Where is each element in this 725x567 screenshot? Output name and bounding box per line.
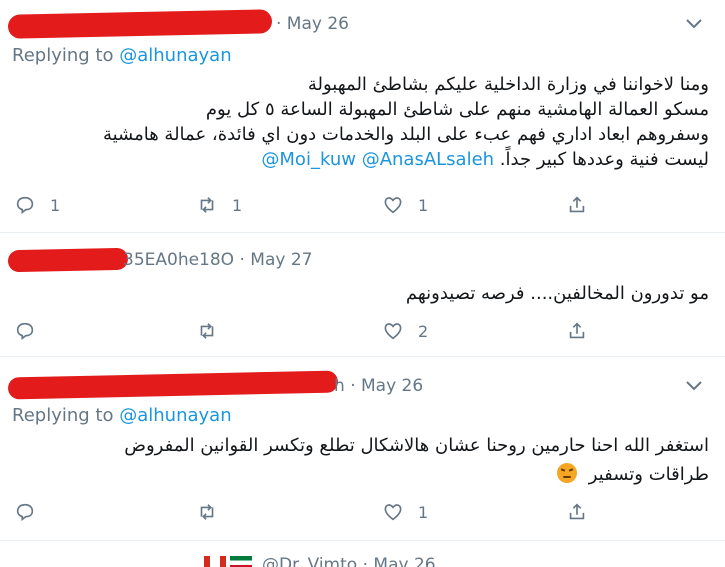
replying-to-prefix: Replying to [12, 45, 114, 66]
chevron-down-icon[interactable] [685, 18, 703, 30]
share-button[interactable] [566, 501, 588, 523]
partial-handle-date: @Dr_Vimto · May 26 [262, 555, 436, 567]
reply-button[interactable] [14, 501, 36, 523]
tweet-line: ليست فنية وعددها كبير جداً. [499, 149, 709, 170]
reply-button[interactable] [14, 320, 36, 342]
tweet-line: مسكو العمالة الهامشية منهم على شاطئ المه… [205, 99, 709, 120]
tweet-1[interactable]: · May 26 Replying to @alhunayan ومنا لاخ… [0, 0, 725, 233]
tweet-line-with-emoji: طراقات وتسفير [124, 462, 709, 487]
redacted-username [7, 9, 273, 39]
replying-to: Replying to @alhunayan [12, 45, 232, 66]
reply-icon [16, 322, 34, 340]
retweet-button[interactable]: 1 [196, 194, 242, 216]
like-count: 1 [418, 195, 429, 215]
retweet-icon [200, 197, 214, 213]
canada-flag-emoji [204, 556, 226, 567]
share-icon [569, 503, 585, 520]
replying-to: Replying to @alhunayan [12, 405, 232, 426]
like-button[interactable]: 2 [382, 320, 428, 342]
redacted-username [7, 247, 129, 273]
like-button[interactable]: 1 [382, 194, 428, 216]
like-count: 1 [418, 502, 429, 522]
like-button[interactable]: 1 [382, 501, 428, 523]
tweet-2[interactable]: 35EA0he18O · May 27 مو تدورون المخالفين.… [0, 234, 725, 357]
kuwait-flag-emoji [230, 556, 252, 567]
tweet-line: ومنا لاخواننا في وزارة الداخلية عليكم بش… [307, 74, 709, 95]
reply-icon [16, 503, 34, 521]
share-button[interactable] [566, 194, 588, 216]
redacted-username [7, 370, 339, 400]
tweet-line: وسفروهم ابعاد اداري فهم عبء على البلد وا… [102, 124, 709, 145]
tweet-body: ومنا لاخواننا في وزارة الداخلية عليكم بش… [103, 72, 709, 172]
username-handle[interactable]: 35EA0he18O · May 27 [123, 250, 312, 270]
share-button[interactable] [566, 320, 588, 342]
tweet-line: طراقات وتسفير [588, 464, 709, 485]
like-icon [384, 323, 402, 340]
tweet-body: استغفر الله احنا حارمين روحنا عشان هالاش… [124, 433, 709, 487]
replying-to-mention[interactable]: @alhunayan [119, 405, 231, 426]
tweet-date[interactable]: · May 27 [239, 250, 312, 270]
tweet-body: مو تدورون المخالفين.... فرصه تصيدونهم [406, 281, 709, 306]
mention-link[interactable]: @Moi_kuw [261, 149, 356, 170]
tweet-line-with-mentions: ليست فنية وعددها كبير جداً. @Moi_kuw @An… [103, 147, 709, 172]
chevron-down-icon[interactable] [685, 380, 703, 392]
share-icon [569, 196, 585, 213]
share-icon [569, 322, 585, 339]
like-icon [384, 197, 402, 214]
tweet-date[interactable]: · May 26 [276, 14, 349, 34]
retweet-icon [200, 323, 214, 339]
angry-face-emoji [557, 463, 578, 483]
tweet-3[interactable]: h · May 26 Replying to @alhunayan استغفر… [0, 358, 725, 541]
tweet-line: استغفر الله احنا حارمين روحنا عشان هالاش… [124, 435, 709, 456]
handle-suffix: 35EA0he18O [123, 250, 235, 270]
mention-link[interactable]: @AnasALsaleh [362, 149, 494, 170]
like-count: 2 [418, 321, 429, 341]
replying-to-prefix: Replying to [12, 405, 114, 426]
retweet-icon [200, 504, 214, 520]
reply-icon [16, 196, 34, 214]
tweet-line: مو تدورون المخالفين.... فرصه تصيدونهم [405, 283, 709, 304]
reply-button[interactable]: 1 [14, 194, 60, 216]
retweet-button[interactable] [196, 501, 218, 523]
retweet-count: 1 [232, 195, 243, 215]
retweet-button[interactable] [196, 320, 218, 342]
replying-to-mention[interactable]: @alhunayan [119, 45, 231, 66]
username-handle[interactable]: h · May 26 [334, 376, 423, 396]
like-icon [384, 504, 402, 521]
tweet-date[interactable]: · May 26 [350, 376, 423, 396]
handle-suffix: h [334, 376, 345, 396]
reply-count: 1 [50, 195, 61, 215]
